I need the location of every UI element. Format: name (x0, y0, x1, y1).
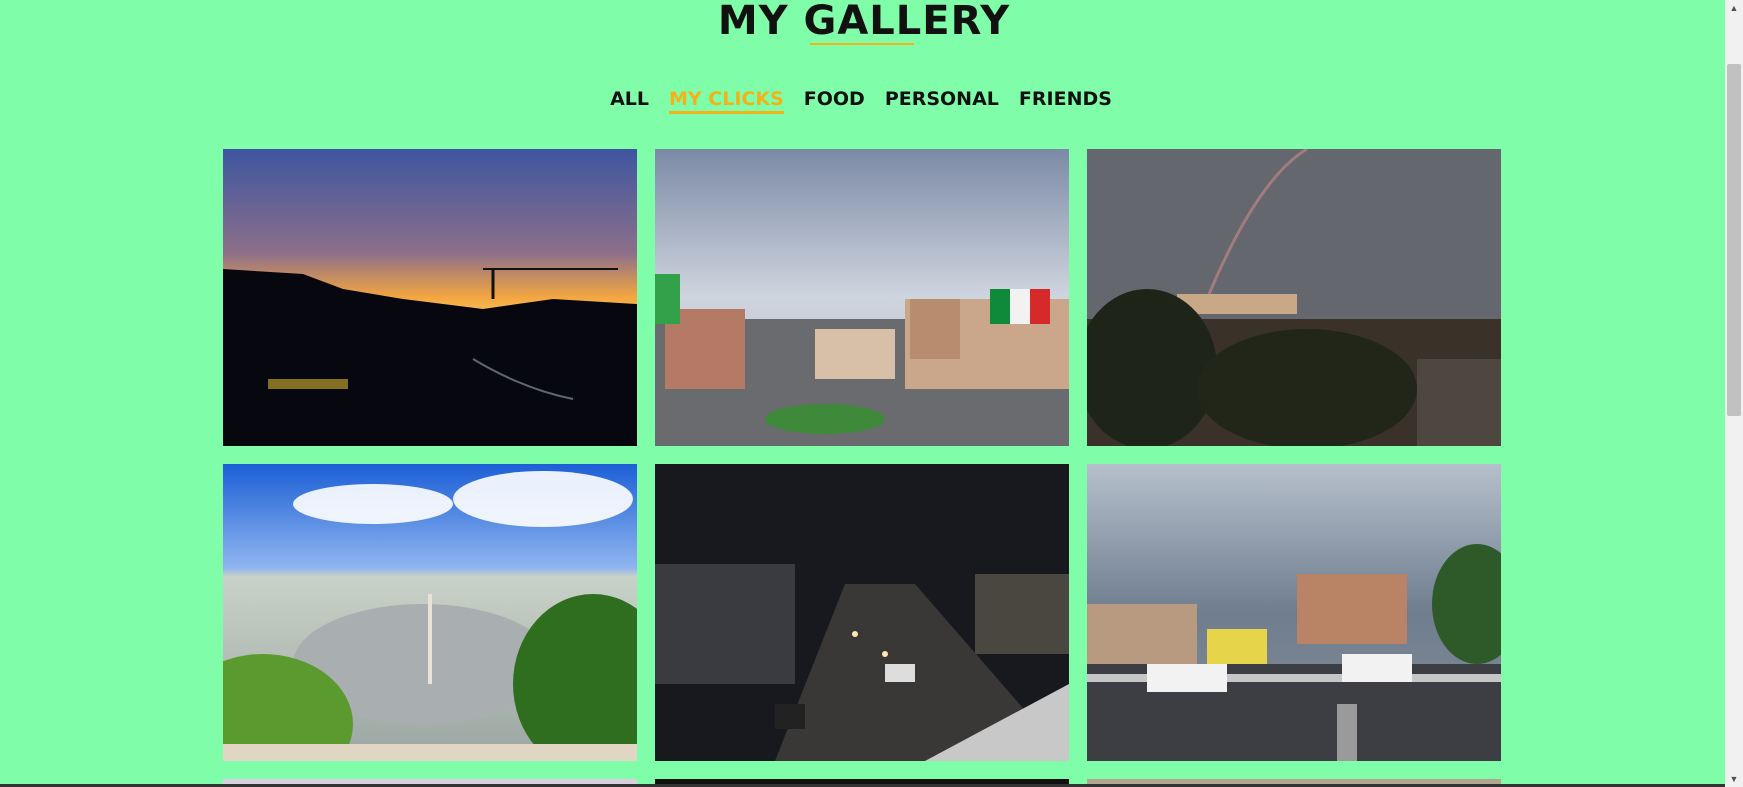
gallery-photo-sunset[interactable] (223, 149, 637, 446)
gallery-photo-piazza[interactable] (655, 149, 1069, 446)
page-title: MY GALLERY (717, 0, 1011, 44)
gallery-photo-popolo[interactable] (223, 464, 637, 761)
filter-my-clicks[interactable]: MY CLICKS (668, 88, 784, 114)
scroll-up-arrow-icon[interactable]: ▲ (1728, 2, 1740, 14)
gallery-photo-rainbow[interactable] (1087, 149, 1501, 446)
scrollbar-thumb[interactable] (1727, 64, 1741, 416)
title-underline (810, 43, 914, 45)
filter-nav: ALL MY CLICKS FOOD PERSONAL FRIENDS (0, 88, 1722, 114)
gallery-photo-night-street[interactable] (655, 464, 1069, 761)
filter-friends[interactable]: FRIENDS (1019, 88, 1112, 110)
filter-personal[interactable]: PERSONAL (885, 88, 999, 110)
gallery-photo-cloudy-street[interactable] (1087, 464, 1501, 761)
filter-all[interactable]: ALL (610, 88, 649, 110)
filter-food[interactable]: FOOD (804, 88, 865, 110)
scroll-down-arrow-icon[interactable]: ▼ (1728, 773, 1740, 785)
